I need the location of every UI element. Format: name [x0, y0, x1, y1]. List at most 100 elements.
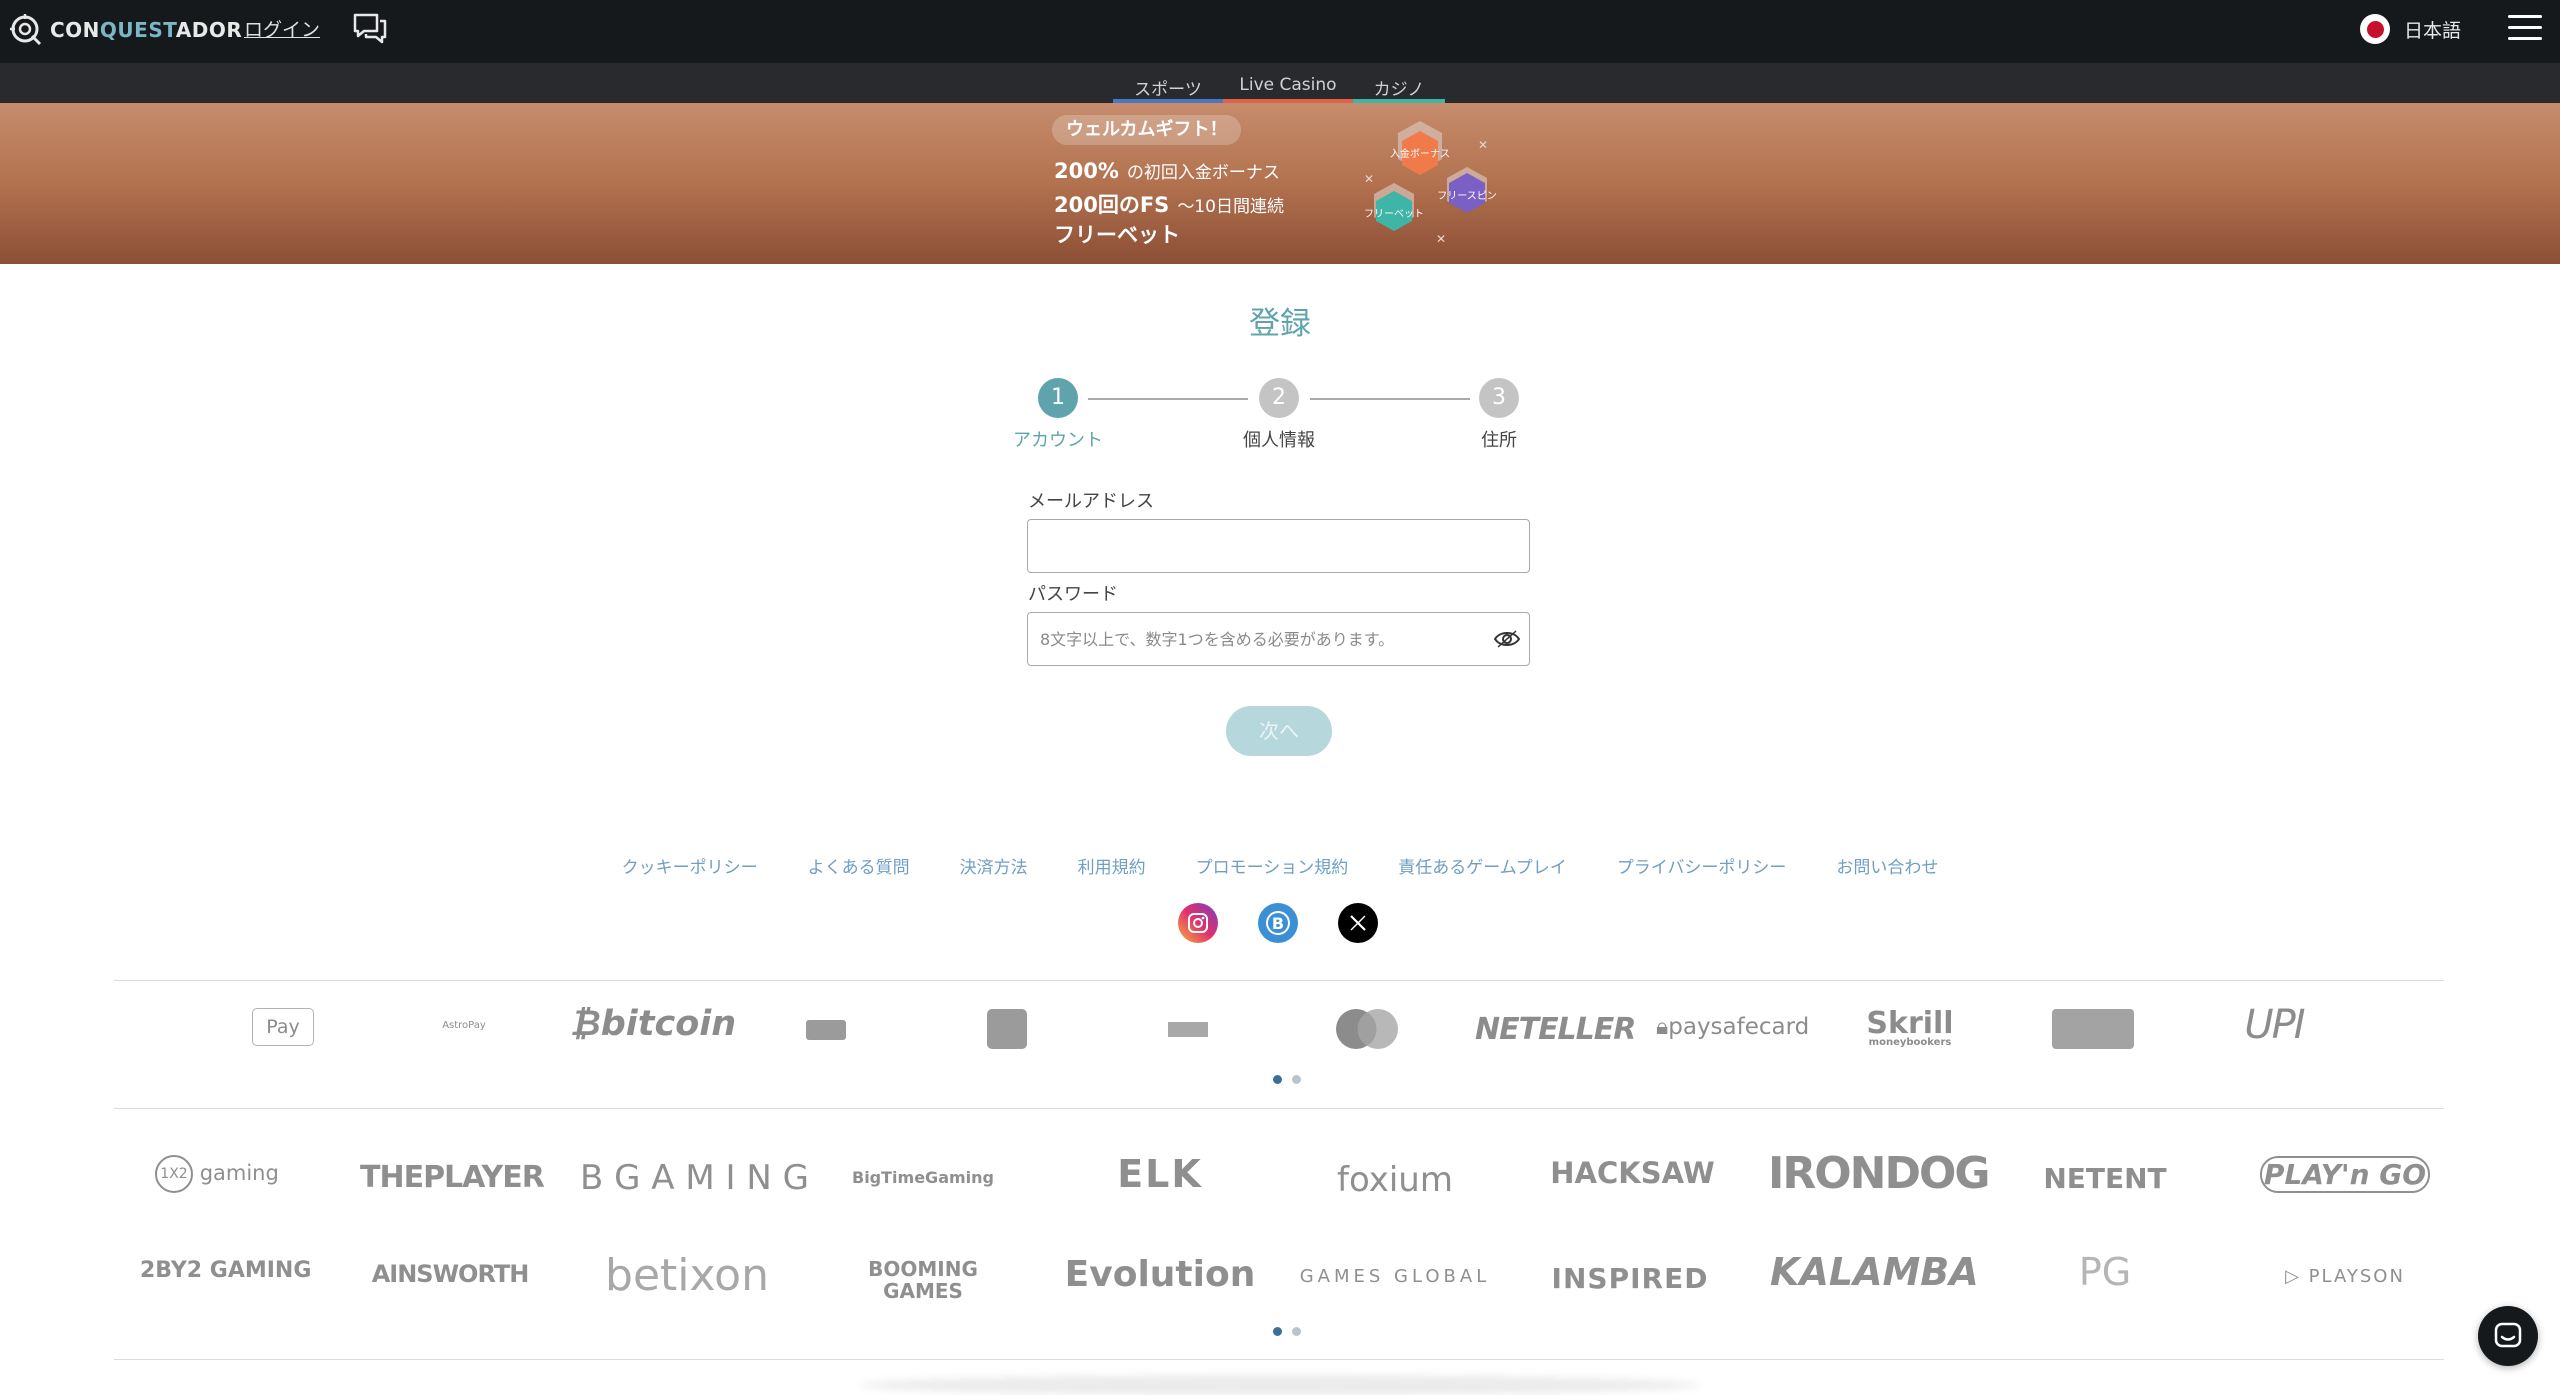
step-number: 1 — [1038, 378, 1078, 418]
provider-games-global: GAMES GLOBAL — [1299, 1266, 1491, 1287]
footer-link-contact[interactable]: お問い合わせ — [1836, 853, 1938, 878]
registration-title: 登録 — [1249, 306, 1311, 342]
bank-transfer-logo — [1168, 1022, 1208, 1037]
password-label: パスワード — [1028, 584, 1118, 605]
card-logo — [806, 1020, 846, 1040]
carousel-dot[interactable] — [1292, 1075, 1301, 1084]
astropay-logo: AstroPay — [442, 1020, 486, 1031]
footer-link-terms[interactable]: 利用規約 — [1078, 853, 1146, 878]
language-selector[interactable]: 日本語 — [2360, 14, 2461, 44]
payment-carousel-dots — [1273, 1075, 1301, 1084]
provider-pg: PG — [2078, 1250, 2132, 1294]
svg-text:✕: ✕ — [1478, 138, 1488, 152]
logo-text: CONQUESTADOR — [50, 18, 243, 42]
skrill-logo: Skrill moneybookers — [1866, 1006, 1954, 1048]
prepaid-card-logo — [2052, 1009, 2134, 1049]
provider-booming-games: BOOMING GAMES — [868, 1257, 978, 1303]
tab-sports[interactable]: スポーツ — [1113, 75, 1223, 103]
welcome-gift-badge: ウェルカムギフト！ — [1052, 115, 1242, 145]
provider-elk: ELK — [1117, 1152, 1203, 1196]
chat-bubble-icon — [2494, 1322, 2522, 1348]
provider-bgaming: B G A M I N G — [580, 1158, 809, 1198]
email-label: メールアドレス — [1028, 491, 1154, 512]
providers-divider — [114, 1359, 2444, 1360]
hamburger-menu-icon[interactable] — [2508, 15, 2542, 43]
mastercard-logo — [1334, 1008, 1400, 1050]
email-field-wrapper — [1027, 519, 1530, 573]
wallet-logo — [987, 1009, 1027, 1049]
footer-link-promotion-terms[interactable]: プロモーション規約 — [1196, 853, 1349, 878]
step-number: 3 — [1479, 378, 1519, 418]
provider-kalamba: KALAMBA — [1770, 1250, 1979, 1294]
carousel-dot[interactable] — [1292, 1327, 1301, 1336]
top-bar: CONQUESTADOR ログイン 日本語 — [0, 0, 2560, 63]
welcome-banner[interactable]: ウェルカムギフト！ 200% の初回入金ボーナス 200回のFS 〜10日間連続 フ… — [0, 103, 2560, 264]
step-account: 1 アカウント — [998, 378, 1118, 452]
play-arrow-icon: ▷ — [2285, 1266, 2301, 1287]
provider-ainsworth: AINSWORTH — [371, 1260, 530, 1288]
svg-text:B: B — [1272, 914, 1284, 933]
provider-inspired: INSPIRED — [1551, 1262, 1709, 1295]
provider-betixon: betixon — [605, 1250, 769, 1301]
footer-link-responsible-gaming[interactable]: 責任あるゲームプレイ — [1398, 853, 1566, 878]
email-field[interactable] — [1028, 520, 1529, 572]
tab-casino[interactable]: カジノ — [1353, 75, 1445, 103]
provider-2by2gaming: 2BY2 GAMING — [140, 1258, 312, 1283]
footer-link-cookie-policy[interactable]: クッキーポリシー — [622, 853, 758, 878]
provider-irondog: IRONDOG — [1768, 1148, 1991, 1199]
x-twitter-icon[interactable] — [1338, 903, 1378, 943]
step-personal-info: 2 個人情報 — [1219, 378, 1339, 452]
login-link[interactable]: ログイン — [244, 15, 320, 42]
svg-text:フリースピン: フリースピン — [1437, 190, 1497, 202]
category-nav: スポーツ Live Casino カジノ — [0, 63, 2560, 103]
footer-link-privacy-policy[interactable]: プライバシーポリシー — [1617, 853, 1787, 878]
provider-foxium: foxium — [1337, 1160, 1453, 1200]
provider-1x2gaming: 1X2 gaming — [155, 1155, 279, 1193]
step-number: 2 — [1259, 378, 1299, 418]
carousel-dot-active[interactable] — [1273, 1327, 1282, 1336]
footer-links: クッキーポリシー よくある質問 決済方法 利用規約 プロモーション規約 責任ある… — [0, 853, 2560, 878]
provider-theplayer: THEPLAYER — [360, 1160, 545, 1195]
bitcoin-icon: ₿ — [570, 1004, 601, 1044]
bitcoin-logo: ₿bitcoin — [570, 1004, 737, 1044]
svg-text:入金ボーナス: 入金ボーナス — [1390, 147, 1450, 160]
eye-icon[interactable] — [1493, 628, 1521, 650]
password-field[interactable] — [1028, 613, 1529, 665]
neteller-logo: NETELLER — [1475, 1012, 1636, 1047]
provider-netent: NETENT — [2043, 1162, 2167, 1195]
step-address: 3 住所 — [1439, 378, 1559, 452]
apple-pay-logo: Pay — [252, 1008, 314, 1046]
brand-logo[interactable]: CONQUESTADOR — [8, 12, 242, 48]
provider-evolution: Evolution — [1064, 1254, 1256, 1295]
upi-logo: UPI — [2244, 1002, 2305, 1048]
provider-bigtimegaming: BigTimeGaming — [852, 1168, 994, 1187]
footer-divider — [114, 980, 2444, 981]
provider-playngo: PLAY'n GO — [2260, 1156, 2430, 1193]
banner-line-2: 200回のFS 〜10日間連続 — [1054, 193, 1284, 217]
banner-line-1: 200% の初回入金ボーナス — [1054, 159, 1280, 183]
footer-link-faq[interactable]: よくある質問 — [808, 853, 910, 878]
lock-icon: 🔒︎ — [1656, 1014, 1669, 1040]
provider-playson: ▷ PLAYSON — [2285, 1266, 2405, 1287]
svg-text:✕: ✕ — [1436, 232, 1446, 246]
blog-icon[interactable]: B — [1258, 903, 1298, 943]
footer-link-payment-methods[interactable]: 決済方法 — [960, 853, 1028, 878]
instagram-icon[interactable] — [1178, 903, 1218, 943]
payments-divider — [114, 1108, 2444, 1109]
tab-live-casino[interactable]: Live Casino — [1223, 75, 1353, 103]
chat-icon[interactable] — [352, 12, 388, 46]
bottom-shadow — [860, 1375, 1700, 1395]
japan-flag-icon — [2360, 14, 2390, 44]
svg-text:✕: ✕ — [1364, 172, 1374, 186]
logo-icon — [10, 14, 42, 46]
language-label: 日本語 — [2404, 19, 2462, 42]
password-field-wrapper — [1027, 612, 1530, 666]
carousel-dot-active[interactable] — [1273, 1075, 1282, 1084]
live-chat-button[interactable] — [2478, 1306, 2538, 1366]
paysafecard-logo: 🔒︎paysafecard — [1656, 1014, 1810, 1040]
bonus-hexagon-graphic: 入金ボーナス フリースピン フリーベット ✕ ✕ ✕ — [1364, 121, 1497, 246]
banner-line-3: フリーベット — [1054, 223, 1180, 247]
svg-text:フリーベット: フリーベット — [1364, 208, 1424, 220]
step-label: アカウント — [1013, 430, 1103, 451]
next-button[interactable]: 次へ — [1226, 706, 1332, 756]
